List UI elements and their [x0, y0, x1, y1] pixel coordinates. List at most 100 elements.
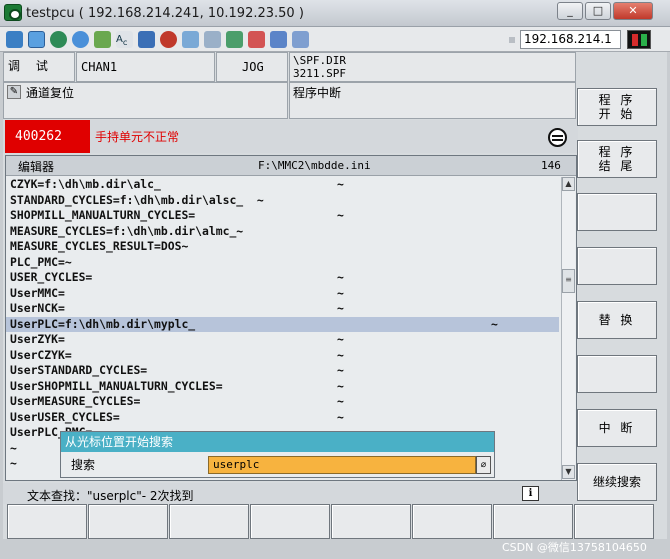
editor-line[interactable]: UserMMC= ~ [6, 286, 559, 302]
info-icon[interactable] [138, 31, 155, 48]
program-path-line-2: 3211.SPF [293, 67, 346, 80]
search-dialog-title: 从光标位置开始搜索 [61, 432, 494, 452]
connection-status-icon [627, 30, 651, 49]
editor-line[interactable]: PLC_PMC=~ [6, 255, 559, 271]
search-label: 搜索 [71, 458, 96, 472]
hmi-panel: 调 试 CHAN1 JOG \SPF.DIR 3211.SPF ✎ 通道复位 程… [3, 52, 667, 539]
alarm-number: 400262 [5, 120, 90, 153]
scroll-thumb[interactable]: ≡ [562, 269, 575, 293]
editor-line-end-marker: ~ [337, 208, 344, 222]
alarm-row: 400262 手持单元不正常 [3, 120, 578, 153]
info-icon[interactable]: i [522, 486, 539, 501]
stop-icon[interactable] [160, 31, 177, 48]
softkey-empty-6[interactable] [577, 355, 657, 393]
editor-line[interactable]: UserSTANDARD_CYCLES= ~ [6, 363, 559, 379]
minimize-button[interactable]: _ [557, 2, 583, 20]
softkey-h7[interactable] [493, 504, 573, 539]
alarm-cancel-icon[interactable] [548, 128, 567, 147]
softkey-program-end[interactable]: 程 序 结 尾 [577, 140, 657, 178]
globe-icon[interactable] [50, 31, 67, 48]
softkey-h8[interactable] [574, 504, 654, 539]
editor-line[interactable]: UserMEASURE_CYCLES= ~ [6, 394, 559, 410]
editor-line[interactable]: USER_CYCLES= ~ [6, 270, 559, 286]
window-titlebar: testpcu ( 192.168.214.241, 10.192.23.50 … [0, 0, 670, 27]
softkey-empty-4[interactable] [577, 247, 657, 285]
search-input[interactable]: userplc [208, 456, 476, 474]
editor-line-text: UserUSER_CYCLES= [10, 409, 120, 424]
editor-line-count: 146 [541, 159, 561, 172]
editor-line-text: UserMEASURE_CYCLES= [10, 394, 141, 408]
window-icon[interactable] [28, 31, 45, 48]
editor-title: 编辑器 [18, 160, 55, 174]
editor-file-path: F:\MMC2\mbdde.ini [258, 159, 371, 172]
editor-line-end-marker: ~ [337, 301, 344, 315]
softkey-replace[interactable]: 替 换 [577, 301, 657, 339]
editor-text-area[interactable]: CZYK=f:\dh\mb.dir\alc_ ~ STANDARD_CYCLES=f… [6, 177, 559, 472]
maximize-button[interactable]: □ [585, 2, 611, 20]
editor-line-end-marker: ~ [337, 332, 344, 346]
softkey-label: 程 序 结 尾 [598, 145, 636, 173]
copy-icon[interactable] [226, 31, 243, 48]
editor-line[interactable]: CZYK=f:\dh\mb.dir\alc_ ~ [6, 177, 559, 193]
editor-line[interactable]: STANDARD_CYCLES=f:\dh\mb.dir\alsc_ ~ [6, 193, 559, 209]
scroll-down-arrow-icon[interactable]: ▼ [562, 465, 575, 479]
editor-line[interactable]: UserZYK= ~ [6, 332, 559, 348]
editor-line[interactable]: UserSHOPMILL_MANUALTURN_CYCLES= ~ [6, 379, 559, 395]
forward-icon[interactable] [248, 31, 265, 48]
editor-line-text: MEASURE_CYCLES=f:\dh\mb.dir\almc_~ [10, 223, 244, 238]
app-eye-icon [4, 4, 22, 21]
softkey-continue-search[interactable]: 继续搜索 [577, 463, 657, 501]
tools-icon[interactable] [204, 31, 221, 48]
editor-line[interactable]: MEASURE_CYCLES=f:\dh\mb.dir\almc_~ [6, 224, 559, 240]
editor-line-text: USER_CYCLES= [10, 270, 93, 284]
editor-line[interactable]: MEASURE_CYCLES_RESULT=DOS~ [6, 239, 559, 255]
softkey-h6[interactable] [412, 504, 492, 539]
toolbar: Ac 192.168.214.1 [0, 27, 670, 52]
softkey-h1[interactable] [7, 504, 87, 539]
editor-line[interactable]: UserPLC=f:\dh\mb.dir\myplc_ ~ [6, 316, 559, 332]
refresh-icon[interactable] [72, 31, 89, 48]
search-options-icon[interactable]: ⌀ [476, 456, 491, 474]
editor-line[interactable]: UserUSER_CYCLES= ~ [6, 410, 559, 426]
channel-label: CHAN1 [76, 52, 215, 82]
editor-line[interactable]: SHOPMILL_MANUALTURN_CYCLES= ~ [6, 208, 559, 224]
softkey-empty-3[interactable] [577, 193, 657, 231]
reply-icon[interactable] [270, 31, 287, 48]
editor-line-end-marker: ~ [337, 285, 344, 300]
editor-line[interactable]: UserCZYK= ~ [6, 348, 559, 364]
editor-scrollbar[interactable]: ▲ ≡ ▼ [561, 177, 575, 480]
editor-line-text: CZYK=f:\dh\mb.dir\alc_ [10, 177, 161, 191]
softkey-interrupt[interactable]: 中 断 [577, 409, 657, 447]
editor-line[interactable]: UserNCK= ~ [6, 301, 559, 317]
editor-line-text: STANDARD_CYCLES=f:\dh\mb.dir\alsc_ ~ [10, 192, 264, 207]
watermark-text: CSDN @微信13758104650 [502, 541, 647, 554]
search-dialog: 从光标位置开始搜索 搜索 userplc ⌀ [60, 431, 495, 478]
editor-line-text: ~ [10, 440, 17, 455]
editor-line-end-marker: ~ [337, 177, 344, 191]
text-abc-icon[interactable]: Ac [116, 31, 133, 48]
settings-icon[interactable] [182, 31, 199, 48]
editor-header: 编辑器 F:\MMC2\mbdde.ini 146 [6, 156, 576, 176]
editor-line-text: UserZYK= [10, 332, 65, 346]
network-icon[interactable] [6, 31, 23, 48]
transfer-icon[interactable] [94, 31, 111, 48]
softkey-h2[interactable] [88, 504, 168, 539]
softkey-h5[interactable] [331, 504, 411, 539]
reset-status-cell: ✎ 通道复位 [3, 82, 288, 119]
editor-line-text: UserCZYK= [10, 347, 72, 362]
softkey-program-start[interactable]: 程 序 开 始 [577, 88, 657, 126]
close-button[interactable]: ✕ [613, 2, 653, 20]
status-text: 文本查找："userplc"- 2次找到 [27, 489, 194, 503]
softkey-label: 继续搜索 [592, 475, 641, 489]
softkey-h4[interactable] [250, 504, 330, 539]
ip-address-field[interactable]: 192.168.214.1 [520, 30, 621, 49]
editor-line-end-marker: ~ [337, 363, 344, 377]
editor-line-text: UserNCK= [10, 301, 65, 315]
scroll-up-arrow-icon[interactable]: ▲ [562, 177, 575, 191]
tag-icon[interactable] [292, 31, 309, 48]
program-path: \SPF.DIR 3211.SPF [289, 52, 576, 82]
editor-line-text: UserSHOPMILL_MANUALTURN_CYCLES= [10, 378, 223, 393]
softkey-h3[interactable] [169, 504, 249, 539]
softkey-label: 程 序 开 始 [598, 93, 636, 121]
softkey-label: 中 断 [598, 421, 636, 435]
